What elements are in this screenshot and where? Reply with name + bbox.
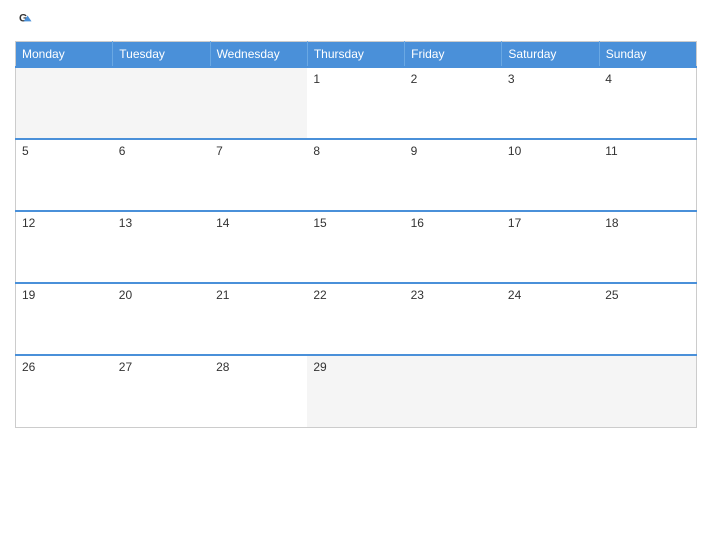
day-number: 26 (22, 360, 35, 374)
calendar-cell: 24 (502, 283, 599, 355)
calendar-cell: 19 (16, 283, 113, 355)
calendar-cell: 18 (599, 211, 696, 283)
week-row-5: 26 27 28 29 (16, 355, 697, 427)
day-number: 24 (508, 288, 521, 302)
day-header-thursday: Thursday (307, 42, 404, 68)
day-number: 13 (119, 216, 132, 230)
day-number: 18 (605, 216, 618, 230)
day-number: 5 (22, 144, 29, 158)
calendar-cell: 1 (307, 67, 404, 139)
calendar-cell: 15 (307, 211, 404, 283)
day-number: 22 (313, 288, 326, 302)
day-number: 14 (216, 216, 229, 230)
day-number: 4 (605, 72, 612, 86)
week-row-2: 5 6 7 8 9 10 11 (16, 139, 697, 211)
calendar-header: G (15, 10, 697, 33)
calendar-cell: 10 (502, 139, 599, 211)
logo-icon: G (19, 10, 37, 33)
day-number: 29 (313, 360, 326, 374)
calendar-cell: 23 (405, 283, 502, 355)
calendar-cell: 6 (113, 139, 210, 211)
day-number: 16 (411, 216, 424, 230)
calendar-cell: 21 (210, 283, 307, 355)
calendar-cell (16, 67, 113, 139)
day-number: 20 (119, 288, 132, 302)
day-number: 23 (411, 288, 424, 302)
calendar-cell: 28 (210, 355, 307, 427)
calendar-cell: 3 (502, 67, 599, 139)
calendar-cell: 20 (113, 283, 210, 355)
calendar-cell (210, 67, 307, 139)
day-number: 7 (216, 144, 223, 158)
day-number: 25 (605, 288, 618, 302)
calendar-cell (405, 355, 502, 427)
calendar-cell: 13 (113, 211, 210, 283)
day-number: 3 (508, 72, 515, 86)
calendar-cell (599, 355, 696, 427)
calendar-cell: 29 (307, 355, 404, 427)
day-number: 19 (22, 288, 35, 302)
week-row-1: 1 2 3 4 (16, 67, 697, 139)
calendar-cell: 12 (16, 211, 113, 283)
day-number: 28 (216, 360, 229, 374)
calendar-cell: 22 (307, 283, 404, 355)
calendar-table: MondayTuesdayWednesdayThursdayFridaySatu… (15, 41, 697, 428)
calendar-cell: 25 (599, 283, 696, 355)
calendar-cell: 27 (113, 355, 210, 427)
day-header-saturday: Saturday (502, 42, 599, 68)
days-header-row: MondayTuesdayWednesdayThursdayFridaySatu… (16, 42, 697, 68)
calendar-cell: 5 (16, 139, 113, 211)
day-number: 12 (22, 216, 35, 230)
calendar-cell: 8 (307, 139, 404, 211)
day-header-wednesday: Wednesday (210, 42, 307, 68)
calendar-cell: 11 (599, 139, 696, 211)
calendar-cell: 14 (210, 211, 307, 283)
day-number: 21 (216, 288, 229, 302)
logo: G (19, 10, 39, 33)
day-number: 15 (313, 216, 326, 230)
day-number: 1 (313, 72, 320, 86)
day-number: 11 (605, 144, 617, 158)
day-number: 8 (313, 144, 320, 158)
calendar-cell: 4 (599, 67, 696, 139)
day-number: 17 (508, 216, 521, 230)
calendar-cell: 26 (16, 355, 113, 427)
day-header-sunday: Sunday (599, 42, 696, 68)
calendar-cell: 9 (405, 139, 502, 211)
calendar-cell: 7 (210, 139, 307, 211)
day-number: 27 (119, 360, 132, 374)
day-number: 2 (411, 72, 418, 86)
week-row-3: 12 13 14 15 16 17 18 (16, 211, 697, 283)
calendar-cell: 17 (502, 211, 599, 283)
week-row-4: 19 20 21 22 23 24 25 (16, 283, 697, 355)
calendar-cell (502, 355, 599, 427)
day-number: 10 (508, 144, 521, 158)
day-number: 6 (119, 144, 126, 158)
calendar-cell: 16 (405, 211, 502, 283)
calendar-container: G MondayTuesdayWednesdayThursdayFridaySa… (0, 0, 712, 550)
day-header-tuesday: Tuesday (113, 42, 210, 68)
day-header-friday: Friday (405, 42, 502, 68)
day-number: 9 (411, 144, 418, 158)
calendar-cell (113, 67, 210, 139)
calendar-cell: 2 (405, 67, 502, 139)
day-header-monday: Monday (16, 42, 113, 68)
